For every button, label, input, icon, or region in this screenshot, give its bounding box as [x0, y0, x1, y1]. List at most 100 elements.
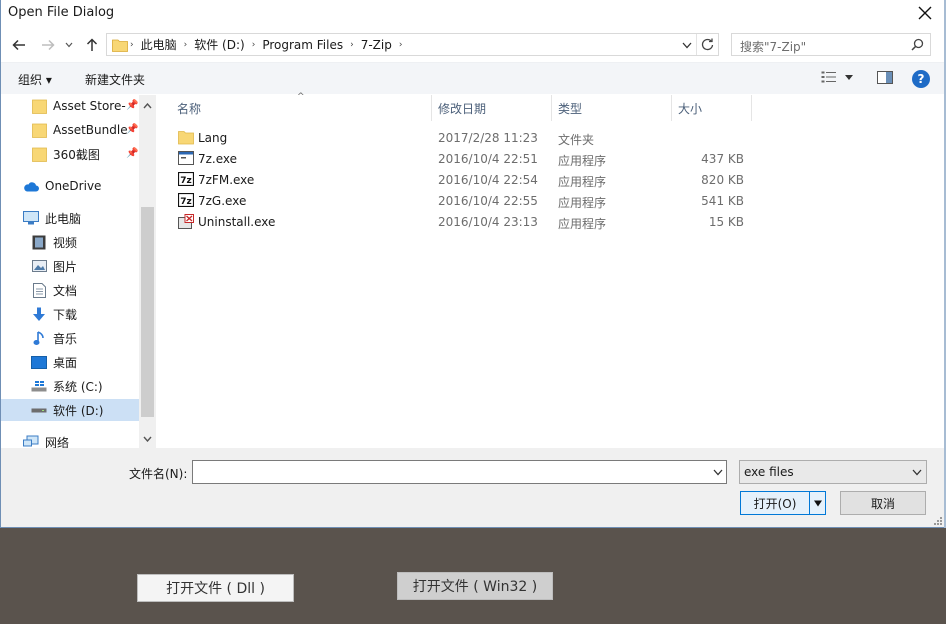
question-icon: ?	[917, 72, 925, 86]
breadcrumb-separator: ›	[183, 39, 188, 50]
open-file-win32-button[interactable]: 打开文件 ( Win32 )	[397, 572, 553, 600]
breadcrumb-drive-d[interactable]: 软件 (D:)	[189, 36, 249, 53]
chevron-down-icon	[713, 469, 723, 476]
table-row[interactable]: Uninstall.exe 2016/10/4 23:13 应用程序 15 KB	[173, 212, 753, 233]
file-date: 2016/10/4 22:54	[438, 173, 538, 187]
video-icon	[32, 235, 46, 249]
nav-item-asset-store[interactable]: Asset Store-	[31, 95, 139, 117]
preview-pane-button[interactable]	[877, 71, 893, 87]
nav-item-music[interactable]: 音乐	[31, 327, 139, 349]
computer-icon	[23, 211, 39, 225]
pictures-icon	[31, 260, 47, 272]
svg-text:7z: 7z	[180, 197, 192, 207]
organize-menu[interactable]: 组织 ▾	[18, 71, 52, 88]
nav-item-downloads[interactable]: 下载	[31, 303, 139, 325]
documents-icon	[32, 282, 46, 298]
file-date: 2016/10/4 22:51	[438, 152, 538, 166]
file-name: 7zFM.exe	[198, 173, 255, 187]
nav-item-label: 图片	[53, 259, 78, 274]
column-header-name[interactable]: 名称	[171, 95, 432, 121]
file-size: 820 KB	[701, 173, 744, 187]
resize-grip-icon	[934, 517, 942, 525]
pin-icon[interactable]: 📌	[126, 124, 138, 135]
nav-item-desktop[interactable]: 桌面	[31, 351, 139, 373]
resize-grip[interactable]	[933, 515, 943, 525]
nav-item-assetbundle[interactable]: AssetBundle	[31, 119, 139, 141]
scroll-down-arrow[interactable]	[139, 430, 156, 447]
help-button[interactable]: ?	[912, 70, 930, 88]
address-bar[interactable]: › 此电脑 › 软件 (D:) › Program Files › 7-Zip …	[106, 33, 719, 56]
scroll-up-arrow[interactable]	[139, 97, 156, 114]
filename-history-dropdown[interactable]	[713, 465, 723, 479]
nav-item-label: 音乐	[53, 331, 78, 346]
breadcrumb-program-files[interactable]: Program Files	[257, 38, 348, 52]
uninstall-icon	[178, 214, 194, 229]
nav-item-label: 视频	[53, 235, 78, 250]
search-box[interactable]: 搜索"7-Zip"	[731, 33, 931, 56]
arrow-left-icon	[12, 39, 25, 51]
filename-combobox[interactable]	[192, 460, 727, 484]
caret-down-icon	[845, 74, 853, 80]
pin-icon[interactable]: 📌	[126, 148, 138, 159]
address-history-dropdown[interactable]	[680, 38, 694, 52]
7zip-icon: 7z	[177, 192, 195, 208]
cancel-button[interactable]: 取消	[840, 491, 926, 515]
file-list: ^ 名称 修改日期 类型 大小 Lang 2017/2/28 11:23 文件夹…	[157, 92, 945, 448]
caret-down-icon	[813, 500, 822, 506]
nav-item-documents[interactable]: 文档	[31, 279, 139, 301]
7zip-icon: 7z	[177, 171, 195, 187]
new-folder-button[interactable]: 新建文件夹	[85, 71, 145, 88]
file-type-filter-value: exe files	[744, 465, 794, 479]
open-options-dropdown[interactable]	[809, 492, 825, 514]
nav-item-this-pc[interactable]: 此电脑	[23, 207, 139, 229]
breadcrumb-7zip[interactable]: 7-Zip	[356, 38, 397, 52]
filename-input[interactable]	[193, 461, 703, 483]
nav-item-drive-c[interactable]: 系统 (C:)	[31, 375, 139, 397]
column-header-date[interactable]: 修改日期	[432, 95, 552, 121]
drive-d-icon	[31, 408, 47, 413]
nav-item-drive-d[interactable]: 软件 (D:)	[1, 399, 139, 421]
title-bar: Open File Dialog	[1, 0, 945, 28]
nav-item-360-screenshots[interactable]: 360截图	[31, 143, 139, 165]
file-name: 7z.exe	[198, 152, 238, 166]
details-view-icon	[821, 71, 836, 83]
forward-button[interactable]	[37, 34, 59, 56]
desktop-icon	[31, 355, 47, 369]
close-icon	[918, 6, 932, 20]
nav-item-onedrive[interactable]: OneDrive	[23, 175, 139, 197]
nav-item-videos[interactable]: 视频	[31, 231, 139, 253]
chevron-down-icon	[682, 42, 692, 48]
search-icon	[911, 38, 924, 51]
file-type-filter[interactable]: exe files	[739, 460, 927, 484]
breadcrumb-this-pc[interactable]: 此电脑	[136, 36, 182, 53]
back-button[interactable]	[8, 34, 30, 56]
column-header-type[interactable]: 类型	[552, 95, 672, 121]
up-button[interactable]	[81, 34, 103, 56]
search-input[interactable]: 搜索"7-Zip"	[740, 38, 806, 55]
table-row[interactable]: 7z 7zG.exe 2016/10/4 22:55 应用程序 541 KB	[173, 191, 753, 212]
nav-item-pictures[interactable]: 图片	[31, 255, 139, 277]
close-button[interactable]	[914, 2, 936, 24]
refresh-button[interactable]	[696, 34, 718, 55]
breadcrumb-separator: ›	[251, 39, 256, 50]
recent-locations-button[interactable]	[61, 34, 77, 56]
breadcrumb-separator: ›	[398, 39, 403, 50]
table-row[interactable]: 7z 7zFM.exe 2016/10/4 22:54 应用程序 820 KB	[173, 170, 753, 191]
nav-item-label: 软件 (D:)	[53, 403, 104, 418]
nav-item-network[interactable]: 网络	[23, 431, 139, 448]
breadcrumb-separator: ›	[350, 39, 354, 50]
column-header-size[interactable]: 大小	[672, 95, 752, 121]
chevron-down-icon	[912, 469, 922, 476]
scroll-thumb[interactable]	[141, 207, 154, 417]
network-icon	[23, 435, 39, 447]
open-button[interactable]: 打开(O)	[740, 491, 826, 515]
breadcrumb-separator: ›	[130, 39, 134, 50]
table-row[interactable]: Lang 2017/2/28 11:23 文件夹	[173, 128, 753, 149]
nav-item-label: 文档	[53, 283, 78, 298]
navigation-scrollbar[interactable]	[139, 95, 156, 448]
pin-icon[interactable]: 📌	[126, 100, 138, 111]
open-file-dll-button[interactable]: 打开文件 ( Dll )	[137, 574, 294, 602]
table-row[interactable]: 7z.exe 2016/10/4 22:51 应用程序 437 KB	[173, 149, 753, 170]
file-name: 7zG.exe	[198, 194, 247, 208]
change-view-button[interactable]	[821, 71, 853, 83]
